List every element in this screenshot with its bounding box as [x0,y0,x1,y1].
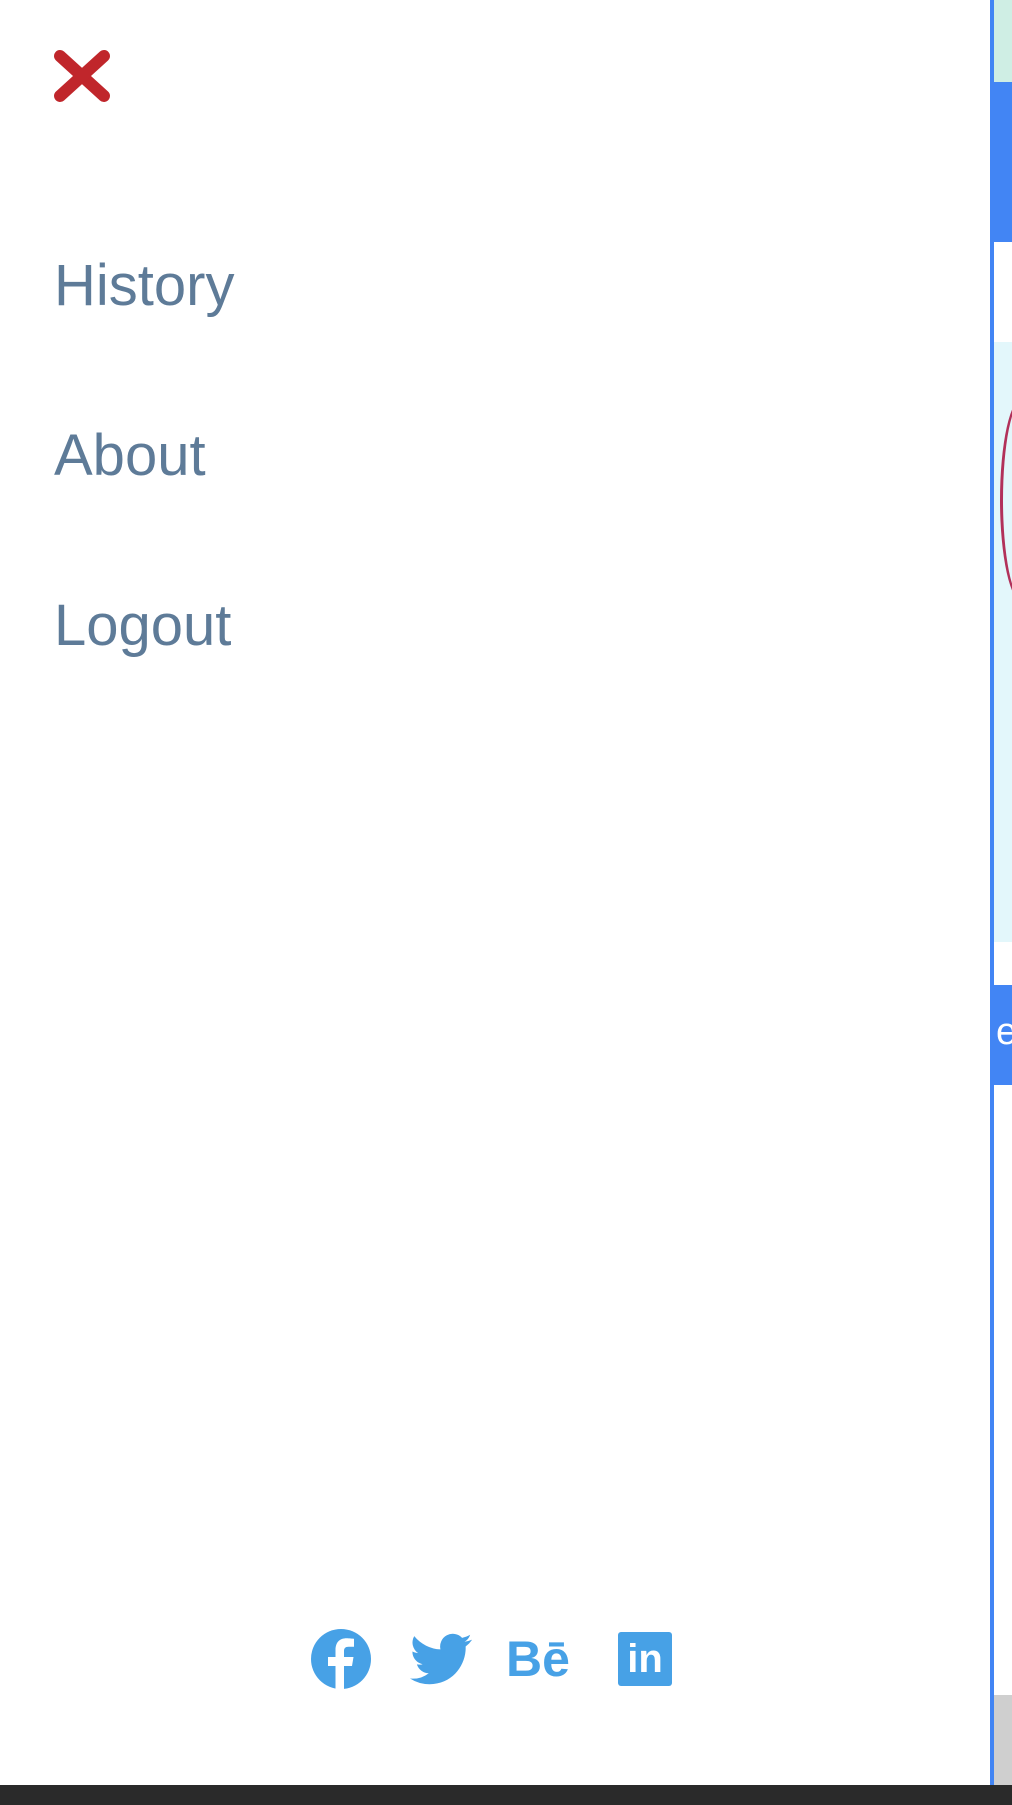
side-drawer: History About Logout Bē in [0,0,990,1785]
behance-icon: Bē [506,1631,570,1687]
close-drawer-button[interactable] [52,48,112,104]
twitter-icon [410,1633,472,1685]
facebook-link[interactable] [310,1628,372,1690]
twitter-link[interactable] [410,1628,472,1690]
underlay-button-label: e [996,1011,1012,1053]
underlay-header-strip [994,0,1012,82]
underlay-button[interactable]: e [994,985,1012,1085]
linkedin-icon-text: in [627,1637,663,1681]
close-icon [54,50,110,102]
background-page: e [990,0,1012,1785]
underlay-footer [994,1695,1012,1785]
underlay-image [994,342,1012,942]
nav-item-history[interactable]: History [54,257,234,315]
nav-item-about[interactable]: About [54,427,206,485]
linkedin-link[interactable]: in [618,1628,672,1690]
facebook-icon [311,1629,371,1690]
underlay-image-detail [1000,397,1012,603]
behance-link[interactable]: Bē [506,1628,586,1690]
bottom-bar [0,1785,1012,1805]
nav-item-logout[interactable]: Logout [54,597,231,655]
linkedin-icon: in [618,1632,672,1686]
underlay-banner [994,82,1012,242]
